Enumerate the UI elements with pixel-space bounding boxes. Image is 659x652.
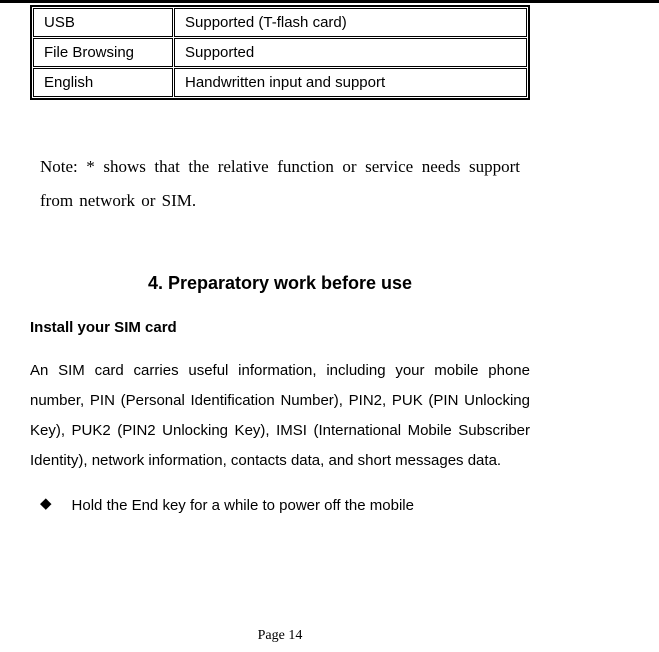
note-paragraph: Note: * shows that the relative function… bbox=[30, 150, 530, 218]
sub-heading: Install your SIM card bbox=[30, 319, 530, 336]
table-row: File Browsing Supported bbox=[33, 38, 527, 67]
top-border bbox=[0, 0, 659, 3]
page-content: USB Supported (T-flash card) File Browsi… bbox=[0, 5, 560, 518]
bullet-list-item: ◆ Hold the End key for a while to power … bbox=[30, 494, 530, 518]
section-heading: 4. Preparatory work before use bbox=[30, 273, 530, 294]
page-number: Page 14 bbox=[0, 628, 560, 644]
spec-value: Handwritten input and support bbox=[174, 68, 527, 97]
diamond-bullet-icon: ◆ bbox=[40, 494, 52, 518]
spec-label: File Browsing bbox=[33, 38, 173, 67]
table-row: English Handwritten input and support bbox=[33, 68, 527, 97]
table-row: USB Supported (T-flash card) bbox=[33, 8, 527, 37]
spec-label: USB bbox=[33, 8, 173, 37]
specification-table: USB Supported (T-flash card) File Browsi… bbox=[30, 5, 530, 100]
spec-value: Supported (T-flash card) bbox=[174, 8, 527, 37]
spec-label: English bbox=[33, 68, 173, 97]
body-paragraph: An SIM card carries useful information, … bbox=[30, 356, 530, 476]
bullet-text: Hold the End key for a while to power of… bbox=[72, 494, 530, 518]
spec-value: Supported bbox=[174, 38, 527, 67]
